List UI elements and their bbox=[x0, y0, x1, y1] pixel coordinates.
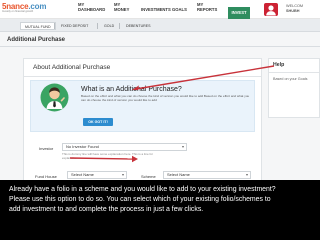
tab-gold[interactable]: GOLD bbox=[100, 22, 118, 30]
investor-label: Investor bbox=[39, 146, 54, 151]
info-banner: What is an Additional Purchase? Based on… bbox=[30, 80, 255, 132]
banner-description: Based on the effort and what you can do … bbox=[81, 94, 250, 102]
user-greeting: WELCOM SHUBH bbox=[286, 4, 303, 14]
nav-line2: GOALS bbox=[172, 6, 187, 12]
investor-select-value: No Investor Found bbox=[66, 144, 99, 149]
investor-select[interactable]: No Investor Found ▾ bbox=[62, 143, 187, 151]
title-divider bbox=[0, 46, 320, 47]
scheme-select-value: Select Name bbox=[167, 172, 190, 177]
tab-divider bbox=[119, 23, 120, 29]
ok-got-it-button[interactable]: OK GOT IT! bbox=[83, 118, 113, 126]
app-root: 5nance.com Investly on financial growth … bbox=[0, 0, 320, 240]
user-avatar-icon bbox=[266, 5, 276, 16]
nav-line2: DASHBOARD bbox=[78, 6, 106, 12]
help-title: Help bbox=[269, 59, 319, 73]
tab-debentures[interactable]: DEBENTURES bbox=[122, 22, 155, 30]
nav-line2: INVESTMENTS bbox=[141, 6, 171, 12]
chevron-down-icon: ▾ bbox=[245, 172, 248, 177]
nav-investments[interactable]: INVESTMENTS bbox=[141, 3, 171, 12]
advisor-mascot-icon bbox=[40, 83, 69, 112]
tab-divider bbox=[97, 23, 98, 29]
top-navigation: 5nance.com Investly on financial growth … bbox=[0, 0, 320, 19]
nav-my-money[interactable]: MY MONEY bbox=[114, 2, 130, 12]
card-title: About Additional Purchase bbox=[24, 59, 261, 77]
nav-line2: MONEY bbox=[114, 6, 130, 12]
tab-mutual-fund[interactable]: MUTUAL FUND bbox=[20, 22, 56, 30]
fund-house-label: Fund House bbox=[35, 174, 57, 179]
caption-line-3: add investment to and complete the proce… bbox=[9, 206, 204, 214]
chevron-down-icon: ▾ bbox=[181, 144, 184, 149]
nav-my-reports[interactable]: MY REPORTS bbox=[197, 2, 218, 12]
scheme-select[interactable]: Select Name ▾ bbox=[163, 171, 251, 179]
product-tabs: MUTUAL FUND FIXED DEPOSIT GOLD DEBENTURE… bbox=[0, 19, 320, 32]
tab-divider bbox=[54, 23, 55, 29]
banner-title: What is an Additional Purchase? bbox=[81, 86, 182, 93]
tutorial-caption: Already have a folio in a scheme and you… bbox=[0, 180, 320, 240]
investor-help-text-2: explanation bbox=[62, 156, 78, 160]
scheme-label: Scheme bbox=[141, 174, 156, 179]
nav-line2: REPORTS bbox=[197, 6, 218, 12]
page-title: Additional Purchase bbox=[7, 37, 66, 43]
user-avatar[interactable] bbox=[264, 3, 278, 16]
nav-invest[interactable]: INVEST bbox=[228, 7, 250, 19]
chevron-down-icon: ▾ bbox=[121, 172, 124, 177]
help-panel: Help Based on your Goals bbox=[268, 58, 320, 118]
brand-logo[interactable]: 5nance.com Investly on financial growth bbox=[2, 2, 46, 17]
user-name: SHUBH bbox=[286, 9, 300, 13]
tab-fixed-deposit[interactable]: FIXED DEPOSIT bbox=[57, 22, 92, 30]
caption-line-2: Please use this option to do so. You can… bbox=[9, 196, 271, 204]
fund-house-select-value: Select Name bbox=[71, 172, 94, 177]
fund-house-select[interactable]: Select Name ▾ bbox=[67, 171, 127, 179]
nav-goals[interactable]: GOALS bbox=[172, 3, 187, 12]
caption-line-1: Already have a folio in a scheme and you… bbox=[9, 186, 276, 193]
help-text: Based on your Goals bbox=[273, 77, 308, 81]
nav-my-dashboard[interactable]: MY DASHBOARD bbox=[78, 2, 106, 12]
